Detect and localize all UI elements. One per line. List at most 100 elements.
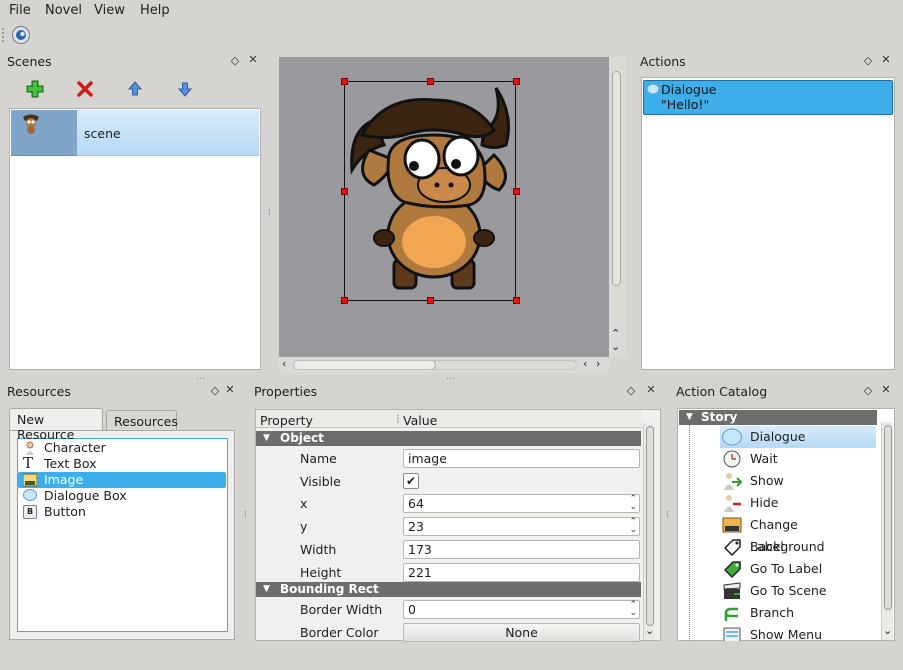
scrollbar-thumb[interactable] <box>884 425 892 610</box>
properties-vscroll[interactable]: ⌄ <box>643 423 655 640</box>
float-icon[interactable]: ◇ <box>862 54 874 67</box>
catalog-item-label[interactable]: Label <box>720 536 876 558</box>
resize-handle[interactable] <box>341 188 348 195</box>
scroll-left-icon[interactable]: ‹ <box>282 357 286 370</box>
header-value: Value <box>403 413 438 428</box>
border-color-button[interactable]: None <box>403 623 640 642</box>
float-icon[interactable]: ◇ <box>209 384 221 397</box>
close-icon[interactable]: ✕ <box>645 383 657 396</box>
spin-arrows-icon[interactable]: ⌃ ⌄ <box>629 495 637 512</box>
resize-handle[interactable] <box>427 78 434 85</box>
tab-resources[interactable]: Resources <box>106 410 178 430</box>
catalog-item-change-background[interactable]: Change Background <box>720 514 876 554</box>
property-label: x <box>300 496 308 511</box>
list-item[interactable]: Character <box>18 440 226 456</box>
catalog-item-hide[interactable]: Hide <box>720 492 876 514</box>
collapse-icon[interactable]: ▼ <box>686 410 693 425</box>
show-icon <box>724 473 742 490</box>
play-icon[interactable] <box>11 25 31 45</box>
clock-icon <box>723 450 741 468</box>
width-field[interactable]: 173 <box>403 540 640 559</box>
close-icon[interactable]: ✕ <box>224 383 236 396</box>
spin-arrows-icon[interactable]: ⌃ ⌄ <box>629 601 637 618</box>
catalog-item-go-to-scene[interactable]: Go To Scene <box>720 580 876 602</box>
scrollbar-thumb[interactable] <box>612 71 621 286</box>
resize-handle[interactable] <box>341 78 348 85</box>
collapse-icon[interactable]: ▼ <box>263 582 270 597</box>
splitter-handle[interactable]: ⁞ <box>268 208 271 218</box>
catalog-item-branch[interactable]: Branch <box>720 602 876 624</box>
list-item[interactable]: B Button <box>18 504 226 520</box>
resize-handle[interactable] <box>513 297 520 304</box>
scroll-down-icon[interactable]: ⌄ <box>611 340 620 353</box>
close-icon[interactable]: ✕ <box>880 53 892 66</box>
catalog-vscroll[interactable]: ⌄ <box>881 422 893 640</box>
list-item[interactable]: scene <box>11 110 259 156</box>
menu-file[interactable]: File <box>9 3 31 18</box>
section-bounding-rect[interactable]: ▼ Bounding Rect <box>256 582 641 597</box>
list-item[interactable]: Dialogue Box <box>18 488 226 504</box>
column-divider[interactable]: ⁞ <box>396 412 400 426</box>
menu-view[interactable]: View <box>94 3 125 18</box>
list-item[interactable]: T Text Box <box>18 456 226 472</box>
item-label: Button <box>44 504 86 519</box>
item-label: Wait <box>750 451 778 466</box>
property-row: y 23 ⌃ ⌄ <box>256 515 641 538</box>
property-label: Name <box>300 451 337 466</box>
scroll-up-icon[interactable]: ⌃ <box>611 327 620 340</box>
canvas-vscroll[interactable]: ⌃ ⌄ <box>609 57 626 357</box>
item-label: Hide <box>750 495 779 510</box>
resize-handle[interactable] <box>513 188 520 195</box>
section-label: Object <box>280 431 324 445</box>
scene-canvas[interactable] <box>279 57 609 357</box>
menu-novel[interactable]: Novel <box>45 3 82 18</box>
list-item[interactable]: Dialogue "Hello!" <box>643 80 893 115</box>
section-object[interactable]: ▼ Object <box>256 431 641 446</box>
scrollbar-thumb[interactable] <box>646 426 654 626</box>
splitter-handle[interactable]: ⁞ <box>666 510 669 520</box>
menubar: File Novel View Help <box>0 0 903 22</box>
group-story[interactable]: ▼ Story <box>679 410 877 425</box>
background-icon <box>722 517 742 533</box>
add-scene-icon[interactable] <box>26 80 44 98</box>
scroll-down-icon[interactable]: ⌄ <box>645 624 654 637</box>
height-field[interactable]: 221 <box>403 563 640 582</box>
catalog-item-go-to-label[interactable]: Go To Label <box>720 558 876 580</box>
menu-help[interactable]: Help <box>140 3 170 18</box>
catalog-item-show[interactable]: Show <box>720 470 876 492</box>
scroll-right-icon[interactable]: › <box>596 357 600 370</box>
catalog-item-wait[interactable]: Wait <box>720 448 876 470</box>
tab-new-resource[interactable]: New Resource <box>9 408 103 442</box>
catalog-item-show-menu[interactable]: Show Menu <box>720 624 876 641</box>
splitter-handle[interactable]: ⁞ <box>244 510 247 520</box>
scroll-left-icon[interactable]: ‹ <box>583 357 587 370</box>
list-item[interactable]: Image <box>18 472 226 488</box>
x-spinbox[interactable]: 64 ⌃ ⌄ <box>403 494 640 513</box>
float-icon[interactable]: ◇ <box>625 384 637 397</box>
catalog-item-dialogue[interactable]: Dialogue <box>720 426 876 448</box>
close-icon[interactable]: ✕ <box>247 53 259 66</box>
scroll-down-icon[interactable]: ⌄ <box>883 624 892 637</box>
splitter-handle[interactable]: … <box>196 372 205 382</box>
scrollbar-track <box>293 360 577 370</box>
float-icon[interactable]: ◇ <box>862 384 874 397</box>
resize-handle[interactable] <box>427 297 434 304</box>
canvas-hscroll[interactable]: ‹ ‹ › <box>279 357 609 373</box>
header-property: Property <box>260 413 313 428</box>
visible-checkbox[interactable]: ✔ <box>403 473 419 489</box>
border-width-spinbox[interactable]: 0 ⌃ ⌄ <box>403 600 640 619</box>
go-to-label-icon <box>723 561 741 578</box>
collapse-icon[interactable]: ▼ <box>263 431 270 446</box>
move-up-icon[interactable] <box>128 81 142 97</box>
splitter-handle[interactable]: … <box>446 372 455 382</box>
property-row: Name image <box>256 447 641 470</box>
name-field[interactable]: image <box>403 449 640 468</box>
y-spinbox[interactable]: 23 ⌃ ⌄ <box>403 517 640 536</box>
resize-handle[interactable] <box>341 297 348 304</box>
remove-scene-icon[interactable] <box>77 81 93 97</box>
resize-handle[interactable] <box>513 78 520 85</box>
close-icon[interactable]: ✕ <box>880 383 892 396</box>
move-down-icon[interactable] <box>178 81 192 97</box>
spin-arrows-icon[interactable]: ⌃ ⌄ <box>629 518 637 535</box>
float-icon[interactable]: ◇ <box>229 54 241 67</box>
